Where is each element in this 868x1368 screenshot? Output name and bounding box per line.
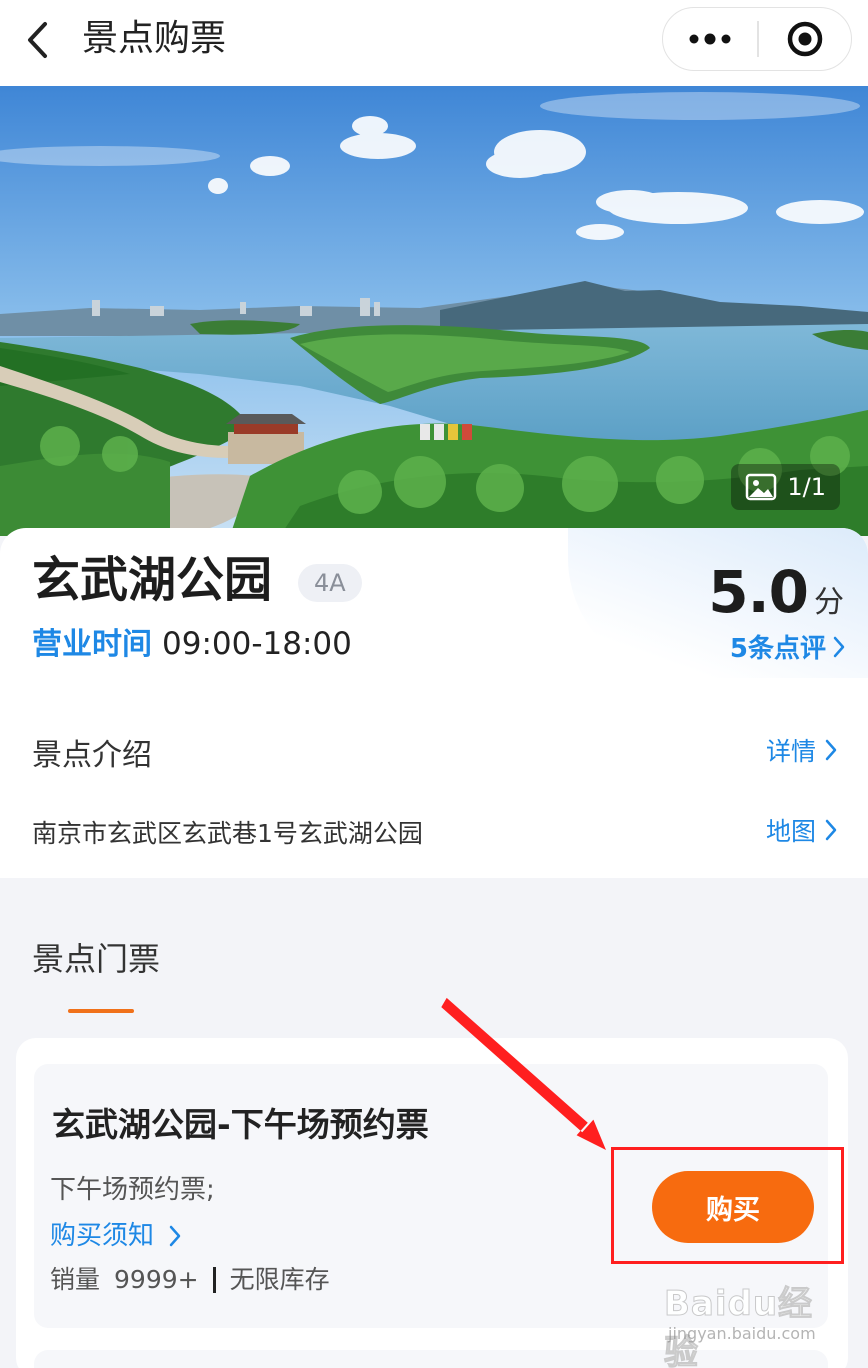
watermark-brand: Baidu经验	[664, 1284, 814, 1368]
watermark-url: jingyan.baidu.com	[668, 1324, 816, 1343]
baidu-jingyan-watermark: Baidu经验 jingyan.baidu.com	[664, 1272, 832, 1368]
annotation-arrow	[441, 997, 606, 1150]
